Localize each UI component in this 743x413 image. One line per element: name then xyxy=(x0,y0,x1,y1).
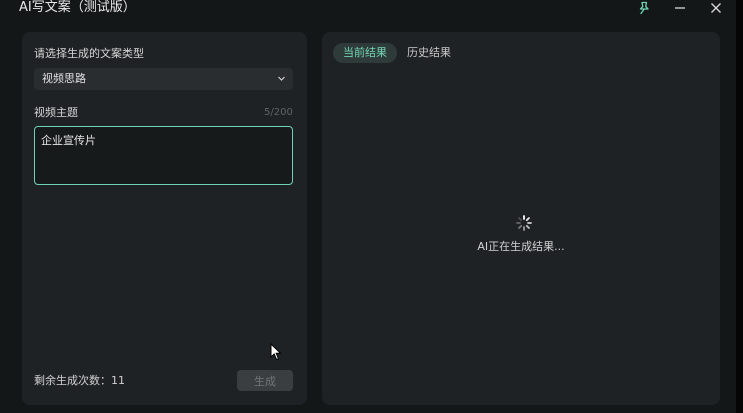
minimize-button[interactable] xyxy=(670,0,690,16)
close-button[interactable] xyxy=(706,0,726,16)
video-topic-value: 企业宣传片 xyxy=(41,134,96,147)
mouse-cursor-icon xyxy=(270,343,282,361)
video-topic-label: 视频主题 xyxy=(34,106,78,119)
video-topic-input[interactable]: 企业宣传片 xyxy=(34,126,293,185)
window-title: AI写文案（测试版） xyxy=(19,0,136,15)
generate-button[interactable]: 生成 xyxy=(237,370,293,391)
results-panel: 当前结果 历史结果 AI正在生成结果... xyxy=(322,32,720,405)
topic-char-counter: 5/200 xyxy=(264,107,293,118)
loading-spinner-icon xyxy=(516,215,532,231)
copy-type-select[interactable]: 视频思路 xyxy=(34,68,293,90)
close-icon xyxy=(711,3,721,13)
chevron-down-icon xyxy=(278,76,285,81)
generating-status: AI正在生成结果... xyxy=(477,240,565,253)
pin-button[interactable] xyxy=(634,0,654,16)
input-panel: 请选择生成的文案类型 视频思路 视频主题 5/200 企业宣传片 剩余生成次数：… xyxy=(22,32,307,405)
window-edge xyxy=(736,0,743,413)
tab-history-results[interactable]: 历史结果 xyxy=(397,43,461,63)
copy-type-label: 请选择生成的文案类型 xyxy=(34,47,144,60)
tab-current-results[interactable]: 当前结果 xyxy=(333,43,397,63)
pin-icon xyxy=(639,1,649,15)
ai-copywriting-window: AI写文案（测试版） 请选择生成的文案类型 视频思路 视频主题 5/200 企业… xyxy=(0,0,736,413)
minimize-icon xyxy=(675,7,685,9)
remaining-generations: 剩余生成次数：11 xyxy=(34,374,125,387)
title-bar: AI写文案（测试版） xyxy=(0,0,736,20)
copy-type-value: 视频思路 xyxy=(42,72,86,85)
